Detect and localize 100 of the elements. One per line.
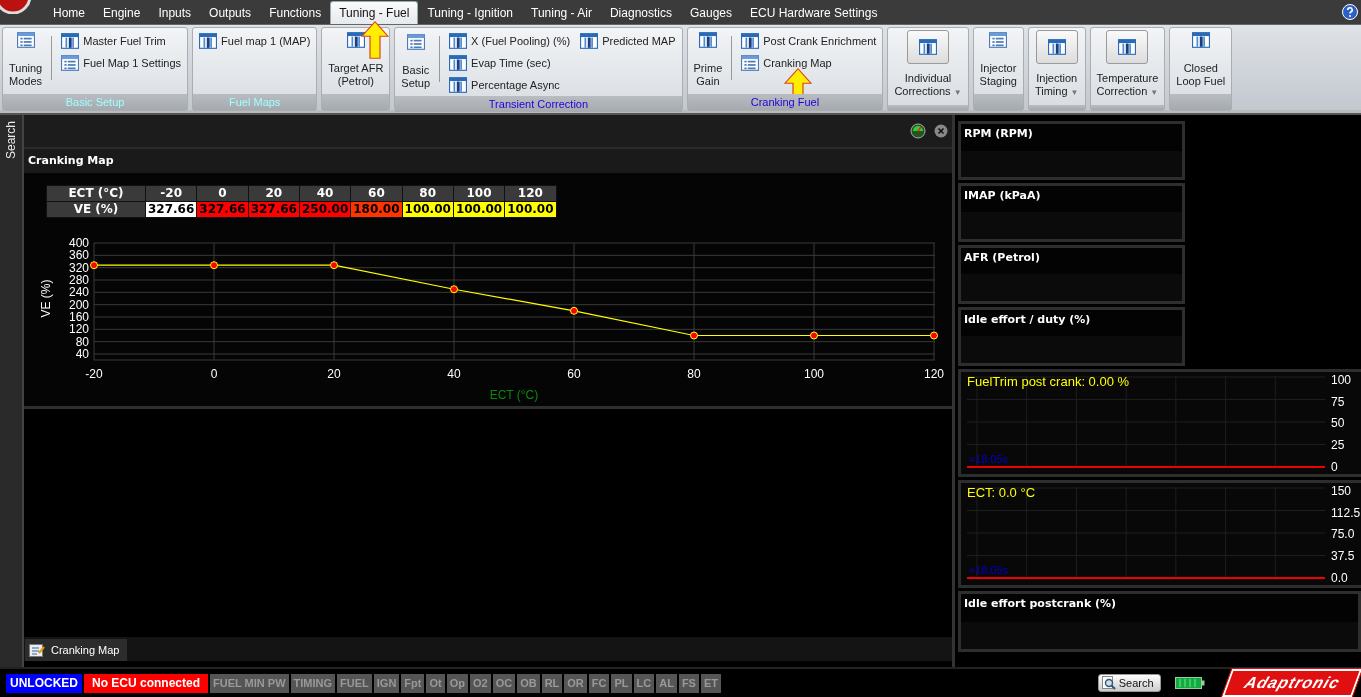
data-point[interactable] — [810, 331, 818, 340]
ribbon-button[interactable]: Prime Gain — [690, 29, 726, 92]
menu-tab[interactable]: Gauges — [681, 0, 741, 24]
status-indicator: Fpt — [401, 673, 425, 693]
scale-label: 100 — [1331, 372, 1353, 387]
ribbon-button[interactable]: Injection Timing ▼ — [1031, 29, 1082, 103]
scale-label: 0.0 — [1331, 570, 1349, 585]
menu-tab[interactable]: Functions — [260, 0, 331, 24]
column-header: 100 — [453, 185, 505, 201]
help-icon[interactable] — [1342, 4, 1358, 20]
status-indicator: PL — [611, 673, 632, 693]
table-cell[interactable]: 180.00 — [351, 201, 402, 217]
close-icon[interactable] — [934, 123, 948, 138]
ribbon-item[interactable]: Cranking Map — [738, 53, 880, 72]
data-point[interactable] — [690, 331, 698, 340]
row-header: ECT (°C) — [47, 185, 145, 201]
status-indicator: FC — [588, 673, 610, 693]
gauge-label: IMAP (kPaA) — [963, 187, 1042, 202]
table-icon — [741, 32, 760, 49]
table-cell[interactable]: 100.00 — [402, 201, 453, 217]
ribbon-button[interactable]: Injector Staging — [976, 29, 1020, 92]
menu-tab[interactable]: Tuning - Ignition — [418, 0, 523, 24]
y-tick-label: 320 — [68, 260, 89, 275]
ribbon-item[interactable]: Fuel map 1 (MAP) — [196, 31, 314, 50]
table-icon — [449, 54, 468, 71]
caret-icon: ▼ — [1070, 87, 1079, 97]
ribbon-button[interactable]: Individual Corrections ▼ — [891, 29, 965, 103]
ribbon-button[interactable]: Basic Setup — [398, 29, 434, 94]
table-icon — [61, 32, 80, 49]
ribbon-button[interactable]: Temperature Correction ▼ — [1093, 29, 1162, 103]
x-tick-label: 40 — [447, 366, 461, 381]
scale-label: 75 — [1331, 394, 1346, 409]
scale-label: 25 — [1331, 438, 1346, 453]
table-icon — [698, 31, 717, 48]
y-tick-label: 280 — [68, 272, 89, 287]
gauge-label: RPM (RPM) — [963, 125, 1034, 140]
menu-tab[interactable]: Inputs — [149, 0, 201, 24]
table-cell[interactable]: 100.00 — [505, 201, 556, 217]
y-tick-label: 240 — [68, 285, 89, 300]
table-cell[interactable]: 327.66 — [146, 201, 197, 217]
column-header: 80 — [402, 185, 453, 201]
status-indicator: FUEL — [337, 673, 372, 693]
table-cell[interactable]: 100.00 — [453, 201, 505, 217]
table-cell[interactable]: 250.00 — [299, 201, 351, 217]
menu-tab[interactable]: Engine — [94, 0, 150, 24]
ribbon-item[interactable]: Predicted MAP — [577, 31, 679, 50]
group-footer — [1028, 104, 1085, 110]
table-icon — [199, 32, 218, 49]
data-point[interactable] — [930, 331, 938, 340]
ribbon-item[interactable]: Fuel Map 1 Settings — [58, 53, 185, 72]
table-cell[interactable]: 327.66 — [248, 201, 299, 217]
menu-tab[interactable]: Home — [44, 0, 94, 24]
ribbon-item[interactable]: Percentage Async — [446, 75, 574, 94]
time-label: ≈18.05s — [969, 563, 1009, 576]
side-tab[interactable]: Search — [4, 114, 18, 167]
table-icon — [1118, 38, 1137, 55]
ribbon-item[interactable]: Post Crank Enrichment — [738, 31, 880, 50]
column-header: 120 — [505, 185, 556, 201]
ribbon-item[interactable]: Master Fuel Trim — [58, 31, 185, 50]
menu-tab[interactable]: ECU Hardware Settings — [741, 0, 887, 24]
x-tick-label: 60 — [567, 366, 581, 381]
table-icon — [449, 32, 468, 49]
ribbon-item[interactable]: Evap Time (sec) — [446, 53, 574, 72]
gauge-label: Idle effort / duty (%) — [963, 311, 1092, 326]
ribbon-item[interactable]: X (Fuel Pooling) (%) — [446, 31, 574, 50]
menu-tab[interactable]: Tuning - Air — [522, 0, 601, 24]
group-label: Basic Setup — [3, 93, 188, 110]
group-footer — [973, 93, 1023, 110]
list-icon — [741, 54, 760, 71]
ribbon-button[interactable]: Tuning Modes — [6, 29, 46, 92]
caret-icon: ▼ — [953, 87, 962, 97]
lock-status: UNLOCKED — [6, 673, 82, 693]
data-point[interactable] — [330, 261, 338, 270]
graph-title: ECT: 0.0 °C — [967, 484, 1036, 500]
menu-tab[interactable]: Outputs — [200, 0, 261, 24]
status-indicator: ET — [700, 673, 721, 693]
y-tick-label: 360 — [68, 248, 89, 263]
ribbon-button[interactable]: Closed Loop Fuel — [1173, 29, 1229, 92]
search-button[interactable]: Search — [1097, 674, 1161, 692]
caret-icon: ▼ — [1150, 87, 1159, 97]
company-logo: Adaptronic — [1221, 669, 1361, 697]
x-tick-label: 100 — [804, 366, 824, 381]
graph-title: FuelTrim post crank: 0.00 % — [967, 373, 1130, 389]
data-point[interactable] — [450, 285, 458, 294]
status-indicator: OB — [517, 673, 540, 693]
scale-label: 37.5 — [1331, 549, 1356, 564]
y-tick-label: 80 — [75, 334, 89, 349]
menu-tab[interactable]: Tuning - Fuel — [330, 0, 419, 24]
group-label: Transient Correction — [395, 95, 682, 112]
data-point[interactable] — [90, 261, 98, 270]
data-point[interactable] — [570, 306, 578, 315]
x-tick-label: -20 — [85, 366, 103, 381]
menu-tab[interactable]: Diagnostics — [600, 0, 681, 24]
group-label: Fuel Maps — [193, 93, 317, 110]
y-tick-label: 40 — [75, 346, 89, 361]
data-point[interactable] — [210, 261, 218, 270]
table-cell[interactable]: 327.66 — [197, 201, 248, 217]
document-tab[interactable]: Cranking Map — [25, 639, 128, 661]
table-icon — [1047, 38, 1066, 55]
row-header: VE (%) — [47, 201, 145, 217]
